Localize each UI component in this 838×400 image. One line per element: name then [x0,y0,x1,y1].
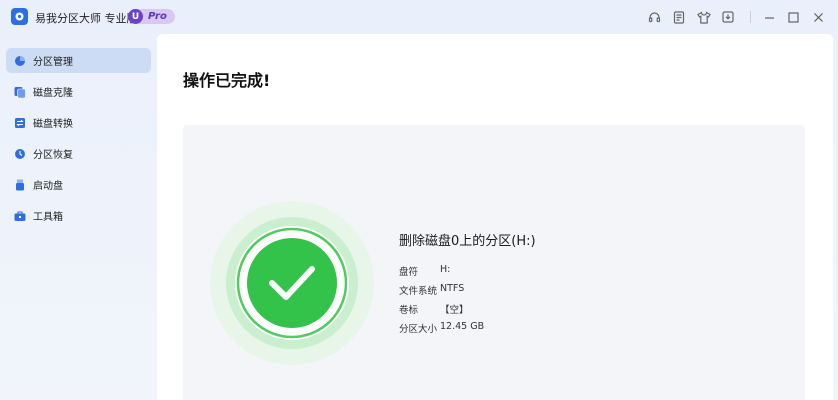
download-icon[interactable] [721,10,735,24]
pro-badge-label: Pro [148,11,167,22]
title-bar: 易我分区大师 专业版 U Pro [0,0,838,34]
pro-badge-letter: U [128,9,143,24]
maximize-icon[interactable] [786,10,800,24]
sidebar-item-partition-recovery[interactable]: 分区恢复 [6,141,151,166]
sidebar-item-label: 分区恢复 [33,150,73,161]
sidebar-item-label: 分区管理 [33,57,73,68]
info-row-partition-size: 分区大小 12.45 GB [399,321,484,335]
toolbox-icon [13,209,26,222]
headset-icon[interactable] [647,10,661,24]
info-row-volume-label: 卷标 【空】 [399,302,469,316]
sidebar-item-label: 工具箱 [33,212,63,223]
info-value: 【空】 [440,305,469,316]
info-row-file-system: 文件系统 NTFS [399,283,464,297]
sidebar-item-toolbox[interactable]: 工具箱 [6,203,151,228]
disk-convert-icon [13,116,26,129]
notes-icon[interactable] [672,10,686,24]
info-key: 卷标 [399,305,419,316]
info-value: 12.45 GB [440,321,485,332]
app-title: 易我分区大师 专业版 [35,12,138,25]
pro-badge[interactable]: U Pro [128,9,175,24]
info-row-drive-letter: 盘符 H: [399,264,450,278]
info-value: H: [440,264,451,275]
info-value: NTFS [440,283,465,294]
app-window: 易我分区大师 专业版 U Pro 分区管理 磁盘克隆 磁盘转换 分区恢复 启动盘… [0,0,838,400]
sidebar: 分区管理 磁盘克隆 磁盘转换 分区恢复 启动盘 工具箱 [6,48,151,234]
info-key: 分区大小 [399,324,438,335]
sidebar-item-label: 启动盘 [33,181,63,192]
sidebar-item-partition-management[interactable]: 分区管理 [6,48,151,73]
sidebar-item-label: 磁盘克隆 [33,88,73,99]
boot-usb-icon [13,178,26,191]
success-check-icon [210,201,374,365]
page-title: 操作已完成! [183,71,271,90]
disk-clone-icon [13,85,26,98]
partition-pie-icon [13,54,26,67]
app-logo-icon [11,8,28,25]
info-key: 盘符 [399,267,419,278]
sidebar-item-disk-clone[interactable]: 磁盘克隆 [6,79,151,104]
result-card: 删除磁盘0上的分区(H:) 盘符 H: 文件系统 NTFS 卷标 【空】 分区大… [183,125,805,400]
close-icon[interactable] [811,10,825,24]
result-title: 删除磁盘0上的分区(H:) [399,234,536,249]
shirt-icon[interactable] [697,10,711,24]
minimize-icon[interactable] [762,10,776,24]
sidebar-item-label: 磁盘转换 [33,119,73,130]
main-panel: 操作已完成! 删除磁盘0上的分区(H:) 盘符 H: 文件系统 NTFS 卷标 … [157,34,833,400]
titlebar-separator [750,11,751,23]
sidebar-item-boot-disk[interactable]: 启动盘 [6,172,151,197]
sidebar-item-disk-convert[interactable]: 磁盘转换 [6,110,151,135]
partition-recovery-icon [13,147,26,160]
info-key: 文件系统 [399,286,438,297]
